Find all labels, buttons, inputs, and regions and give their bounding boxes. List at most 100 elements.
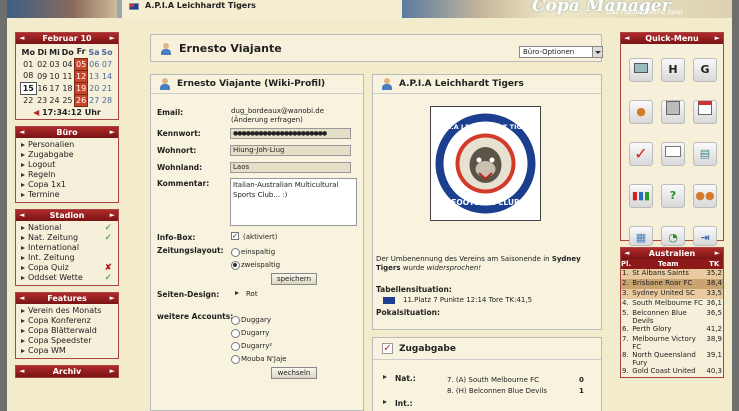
calendar-day[interactable]: 11 [61,70,75,82]
calendar-day-matchday[interactable]: 05 [74,57,89,71]
account-radio-dugarry2[interactable]: Dugarry² [231,342,272,351]
account-radio-duggary[interactable]: Duggary [231,316,271,325]
chart-icon[interactable]: ▮▮▮ [629,184,653,208]
team-link[interactable]: Gold Coast United [631,367,705,377]
calendar-day[interactable]: 24 [48,94,60,106]
calendar-day[interactable]: 02 [36,58,48,70]
calendar-day[interactable]: 25 [61,94,75,106]
team-link[interactable]: Melbourne Victory FC [631,335,705,351]
cup-situation-label: Pokalsituation: [376,308,440,317]
team-link[interactable]: Perth Glory [631,325,705,335]
calendar-day-matchday[interactable]: 26 [74,93,89,107]
menu-item-verein-des-monats[interactable]: Verein des Monats [20,306,114,316]
team-link[interactable]: Belconnen Blue Devils [631,309,705,325]
layout-radio-einspaltig[interactable]: einspaltig [231,248,275,257]
calendar-day[interactable]: 07 [100,58,113,70]
menu-item-termine[interactable]: Termine [20,190,114,200]
calendar-day[interactable]: 21 [100,82,113,94]
team-icon[interactable]: ●● [693,184,717,208]
exit-icon[interactable]: ⇥ [693,226,717,246]
menu-item-copa-speedster[interactable]: Copa Speedster [20,336,114,346]
calendar-day[interactable]: 14 [100,70,113,82]
pie-icon[interactable]: ◔ [661,226,685,246]
nat-match-row[interactable]: 7. (A) South Melbourne FC [447,376,539,384]
calendar-prev-icon[interactable]: ◄ [19,33,24,44]
calendar-day[interactable]: 20 [88,82,101,94]
wohnland-field[interactable]: Laos [230,162,351,173]
calendar-day[interactable]: 23 [36,94,48,106]
board-icon[interactable]: ▤ [693,142,717,166]
calendar-day[interactable]: 28 [100,94,113,106]
calendar-day[interactable]: 27 [88,94,101,106]
kommentar-textarea[interactable]: Italian-Australian Multicultural Sports … [230,178,357,226]
menu-item-int-zeitung[interactable]: Int. Zeitung [20,253,114,263]
check-icon: ✓ [104,222,112,233]
menu-item-copa-quiz[interactable]: Copa Quiz ✘ [20,263,114,273]
calendar-next-icon[interactable]: ► [110,33,115,44]
calendar-day[interactable]: 10 [48,70,60,82]
calendar-day[interactable]: 17 [48,82,60,94]
calendar-day[interactable]: 01 [21,58,37,70]
menu-item-personalien[interactable]: Personalien [20,140,114,150]
team-link[interactable]: St Albans Saints [631,269,706,279]
calendar-day[interactable]: 09 [36,70,48,82]
stadion-title: Stadion [49,210,85,220]
calendar-day[interactable]: 13 [88,70,101,82]
g-icon[interactable]: G [693,58,717,82]
mail-icon[interactable] [661,142,685,166]
calendar-day-matchday[interactable]: 19 [74,81,89,95]
buero-options-select[interactable]: Büro-Optionen [519,46,603,58]
person-icon[interactable]: ● [629,100,653,124]
notes-icon[interactable]: ▦ [629,226,653,246]
calendar-day[interactable]: 04 [61,58,75,70]
menu-item-copa-wm[interactable]: Copa WM [20,346,114,356]
buero-menu: Personalien Zugabgabe Logout Regeln Copa… [16,138,118,202]
menu-item-copa-blaetterwald[interactable]: Copa Blätterwald [20,326,114,336]
menu-item-national[interactable]: National ✓ [20,223,114,233]
weekday-fr: Fr [76,47,86,57]
menu-item-international[interactable]: International [20,243,114,253]
calendar-day[interactable]: 22 [21,94,37,106]
calendar-day-matchday[interactable]: 12 [74,69,89,83]
calendar-day[interactable]: 18 [61,82,75,94]
team-link[interactable]: Sydney United SC [631,289,706,299]
account-radio-dugarry[interactable]: Dugarry [231,329,269,338]
design-value[interactable]: Rot [246,290,258,298]
switch-account-button[interactable]: wechseln [271,367,317,379]
monitor-icon[interactable] [629,58,653,82]
team-link[interactable]: Brisbane Roar FC [631,279,706,289]
password-field[interactable]: ●●●●●●●●●●●●●●●●●●●●●● [230,128,351,139]
box-arrow-icon: ► [109,366,115,375]
menu-item-copa-konferenz[interactable]: Copa Konferenz [20,316,114,326]
check-icon[interactable]: ✓ [629,142,653,166]
newspaper-icon[interactable] [661,100,685,124]
h-icon[interactable]: H [661,58,685,82]
calendar-icon[interactable] [693,100,717,124]
calendar-day[interactable]: 03 [48,58,60,70]
menu-item-oddset-wette[interactable]: Oddset Wette ✓ [20,273,114,283]
wohnort-field[interactable]: Hiung-Joh-Liug [230,145,351,156]
menu-item-regeln[interactable]: Regeln [20,170,114,180]
save-button[interactable]: speichern [271,273,317,285]
calendar-day[interactable]: 06 [88,58,101,70]
infobox-checkbox[interactable]: ✓ [231,232,239,240]
team-link[interactable]: South Melbourne FC [631,299,705,309]
column-header-place: Pl. [621,259,632,269]
table-situation-label: Tabellensituation: [376,285,452,294]
menu-item-zugabgabe[interactable]: Zugabgabe [20,150,114,160]
nat-match-row[interactable]: 8. (H) Belconnen Blue Devils [447,387,547,395]
wohnort-label: Wohnort: [157,146,197,155]
account-radio-mouba[interactable]: Mouba N'Jaje [231,355,286,364]
nat-label: Nat.: [395,374,416,383]
calendar-day[interactable]: 16 [36,82,48,94]
calendar-day-today[interactable]: 15 [20,81,37,95]
layout-radio-zweispaltig[interactable]: zweispaltig [231,261,280,270]
table-situation-value: 11.Platz 7 Punkte 12:14 Tore TK:41,5 [403,296,533,304]
team-link[interactable]: North Queensland Fury [631,351,705,367]
menu-item-nat-zeitung[interactable]: Nat. Zeitung ✓ [20,233,114,243]
menu-item-copa-1x1[interactable]: Copa 1x1 [20,180,114,190]
menu-item-logout[interactable]: Logout [20,160,114,170]
page-title: Ernesto Viajante [179,42,282,55]
question-icon[interactable]: ? [661,184,685,208]
calendar-day[interactable]: 08 [21,70,37,82]
